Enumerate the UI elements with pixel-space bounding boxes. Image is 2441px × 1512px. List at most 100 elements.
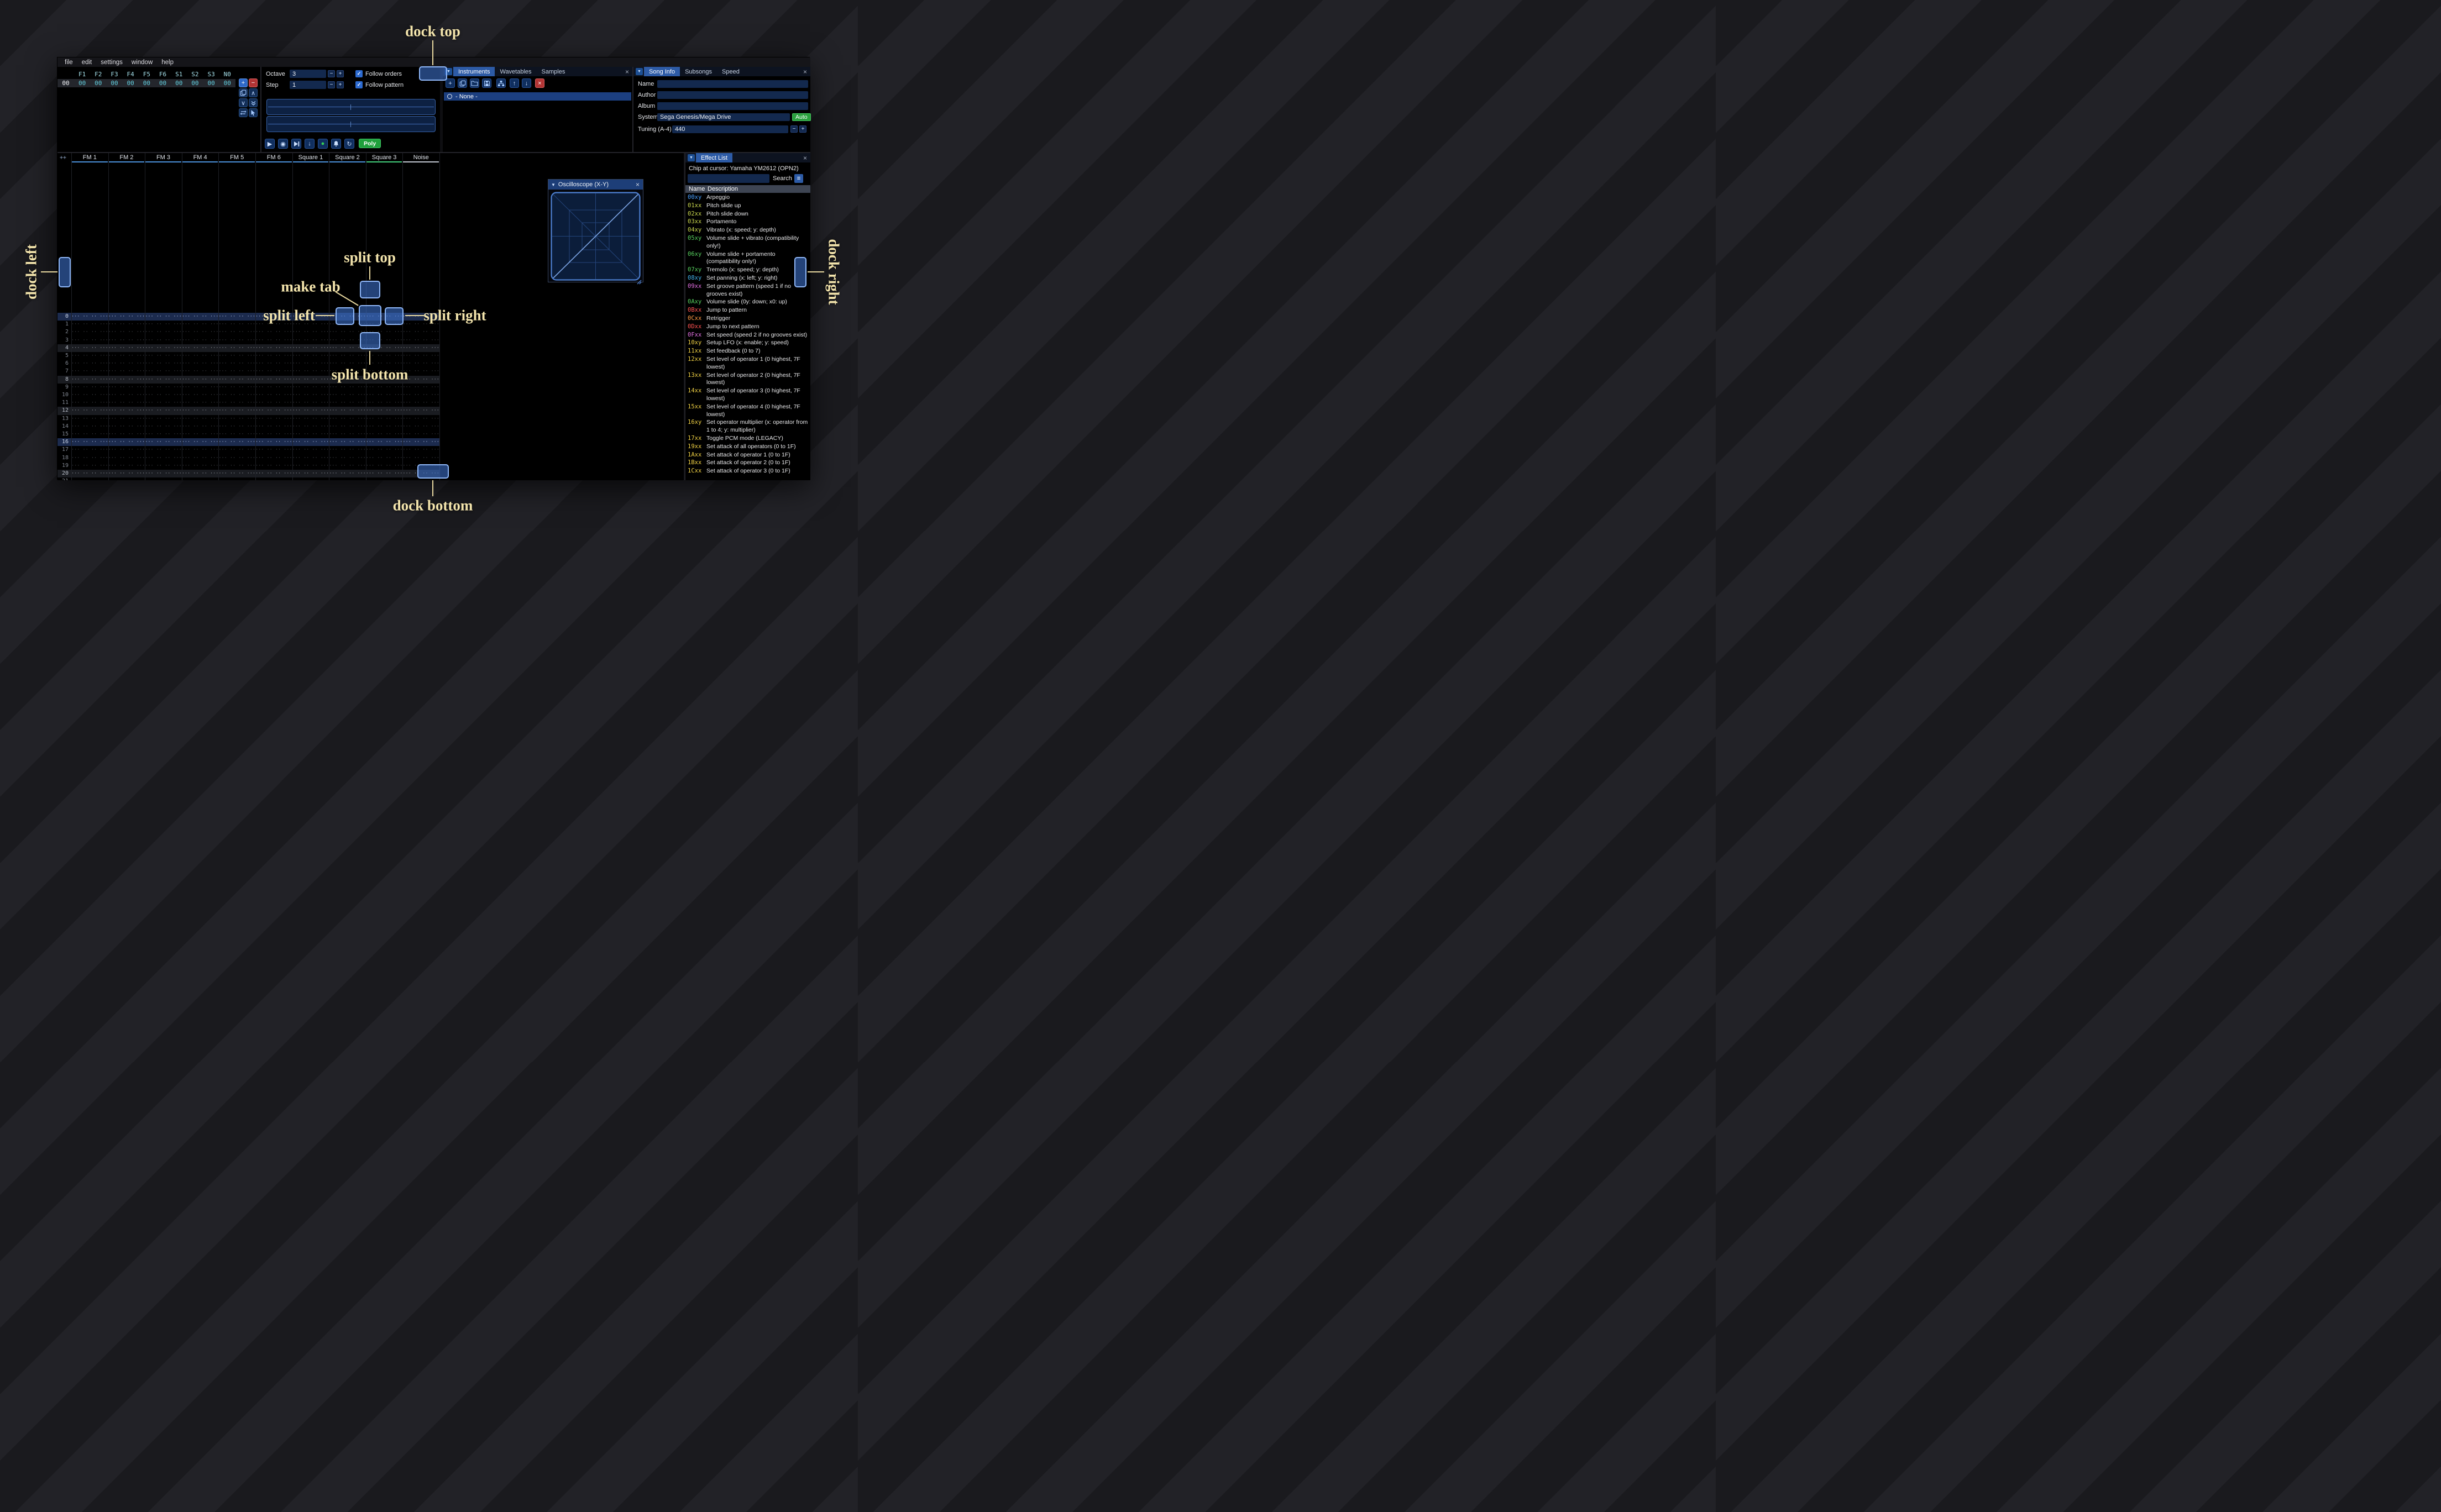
pattern-cell[interactable]: ··· ·· ·· ··· [255,454,292,462]
pattern-cell[interactable]: ··· ·· ·· ··· [366,399,403,407]
pattern-cell[interactable]: ··· ·· ·· ··· [402,384,439,391]
effect-row[interactable]: 0Dxx Jump to next pattern [685,323,810,332]
pattern-cell[interactable]: ··· ·· ·· ··· [329,384,366,391]
effect-row[interactable]: 04xy Vibrato (x: speed; y: depth) [685,227,810,235]
pattern-row[interactable]: 12 ··· ·· ·· ··· ··· ·· ·· ··· ··· ·· ·· ··… [57,407,439,415]
pattern-cell[interactable]: ··· ·· ·· ··· [292,454,329,462]
pattern-cell[interactable]: ··· ·· ·· ··· [71,360,108,368]
pattern-cell[interactable]: ··· ·· ·· ··· [108,477,145,480]
pattern-cell[interactable]: ··· ·· ·· ··· [108,423,145,431]
pattern-cell[interactable]: ··· ·· ·· ··· [145,337,182,344]
pattern-cell[interactable]: ··· ·· ·· ··· [71,407,108,414]
pattern-cell[interactable]: ··· ·· ·· ··· [402,415,439,423]
channel-header-fm-4[interactable]: FM 4 [182,154,219,161]
instrument-delete-button[interactable]: × [535,78,544,88]
order-change-mode-button[interactable] [239,108,248,117]
channel-header-square-3[interactable]: Square 3 [366,154,403,161]
pattern-cell[interactable]: ··· ·· ·· ··· [182,446,219,454]
pattern-cell[interactable]: ··· ·· ·· ··· [402,399,439,407]
pattern-cell[interactable]: ··· ·· ·· ··· [71,399,108,407]
pattern-cell[interactable]: ··· ·· ·· ··· [182,438,219,446]
pattern-cell[interactable]: ··· ·· ·· ··· [145,313,182,321]
pattern-cell[interactable]: ··· ·· ·· ··· [402,454,439,462]
pattern-cell[interactable]: ··· ·· ·· ··· [182,352,219,360]
pattern-cell[interactable]: ··· ·· ·· ··· [218,344,255,352]
pattern-cell[interactable]: ··· ·· ·· ··· [182,376,219,384]
pattern-cell[interactable]: ··· ·· ·· ··· [108,321,145,328]
pattern-cell[interactable]: ··· ·· ·· ··· [108,384,145,391]
step-decrease-button[interactable]: − [328,81,335,88]
system-auto-button[interactable]: Auto [792,113,811,121]
pattern-cell[interactable]: ··· ·· ·· ··· [292,462,329,470]
instrument-move-up-button[interactable]: ↑ [510,78,519,88]
pattern-cell[interactable]: ··· ·· ·· ··· [218,470,255,477]
pattern-cell[interactable]: ··· ·· ·· ··· [218,368,255,375]
pattern-row[interactable]: 11 ··· ·· ·· ··· ··· ·· ·· ··· ··· ·· ·· ··… [57,399,439,407]
pattern-cell[interactable]: ··· ·· ·· ··· [218,376,255,384]
pattern-cell[interactable]: ··· ·· ·· ··· [71,321,108,328]
pattern-cell[interactable]: ··· ·· ·· ··· [108,454,145,462]
pattern-cell[interactable]: ··· ·· ·· ··· [182,313,219,321]
instrument-open-button[interactable] [470,78,479,88]
order-row-index[interactable]: 00 [57,79,74,87]
make-tab-target[interactable] [359,305,381,326]
effect-row[interactable]: 13xx Set level of operator 2 (0 highest, … [685,372,810,388]
pattern-cell[interactable]: ··· ·· ·· ··· [329,431,366,438]
follow-orders-checkbox[interactable]: ✓ [355,70,363,77]
pattern-cell[interactable]: ··· ·· ·· ··· [108,391,145,399]
pattern-cell[interactable]: ··· ·· ·· ··· [329,415,366,423]
pattern-cell[interactable]: ··· ·· ·· ··· [402,446,439,454]
effect-row[interactable]: 05xy Volume slide + vibrato (compatibilit… [685,235,810,251]
effect-row[interactable]: 0Bxx Jump to pattern [685,307,810,315]
pattern-cell[interactable]: ··· ·· ·· ··· [255,384,292,391]
pattern-cell[interactable]: ··· ·· ·· ··· [218,407,255,414]
pattern-expand-button[interactable]: ++ [60,155,66,161]
pattern-cell[interactable]: ··· ·· ·· ··· [292,328,329,336]
song-name-input[interactable] [657,80,808,88]
pattern-cell[interactable]: ··· ·· ·· ··· [255,360,292,368]
step-row-button[interactable]: ↓ [305,139,315,149]
order-cell[interactable]: 00 [74,79,90,87]
pattern-row[interactable]: 19 ··· ·· ·· ··· ··· ·· ·· ··· ··· ·· ·· ··… [57,462,439,470]
pattern-cell[interactable]: ··· ·· ·· ··· [292,399,329,407]
pattern-cell[interactable]: ··· ·· ·· ··· [402,438,439,446]
pattern-cell[interactable]: ··· ·· ·· ··· [145,407,182,414]
dock-target-top[interactable] [419,66,447,81]
repeat-pattern-button[interactable]: ↻ [344,139,354,149]
pattern-cell[interactable]: ··· ·· ·· ··· [402,423,439,431]
pattern-cell[interactable]: ··· ·· ·· ··· [145,415,182,423]
pattern-cell[interactable]: ··· ·· ·· ··· [329,454,366,462]
order-cell[interactable]: 00 [139,79,155,87]
tab-effect-list[interactable]: Effect List [696,153,733,162]
pattern-row[interactable]: 20 ··· ·· ·· ··· ··· ·· ·· ··· ··· ·· ·· ··… [57,470,439,478]
pattern-row[interactable]: 9 ··· ·· ·· ··· ··· ·· ·· ··· ··· ·· ·· ···… [57,384,439,391]
pattern-cell[interactable]: ··· ·· ·· ··· [292,477,329,480]
pattern-cell[interactable]: ··· ·· ·· ··· [108,328,145,336]
pattern-cell[interactable]: ··· ·· ·· ··· [71,384,108,391]
pattern-cell[interactable]: ··· ·· ·· ··· [329,391,366,399]
pattern-cell[interactable]: ··· ·· ·· ··· [218,360,255,368]
pattern-cell[interactable]: ··· ·· ·· ··· [255,446,292,454]
pattern-cell[interactable]: ··· ·· ·· ··· [292,352,329,360]
pattern-cell[interactable]: ··· ·· ·· ··· [108,337,145,344]
pattern-cell[interactable]: ··· ·· ·· ··· [71,344,108,352]
pattern-row[interactable]: 3 ··· ·· ·· ··· ··· ·· ·· ··· ··· ·· ·· ···… [57,337,439,344]
pattern-cell[interactable]: ··· ·· ·· ··· [366,454,403,462]
pattern-cell[interactable]: ··· ·· ·· ··· [255,344,292,352]
pattern-row[interactable]: 13 ··· ·· ·· ··· ··· ·· ·· ··· ··· ·· ·· ··… [57,415,439,423]
hamburger-menu-icon[interactable]: ≡ [794,174,803,183]
effect-search-input[interactable] [688,174,769,183]
effect-row[interactable]: 0Cxx Retrigger [685,315,810,323]
order-cell[interactable]: 00 [203,79,219,87]
pattern-cell[interactable]: ··· ·· ·· ··· [182,415,219,423]
channel-header-fm-5[interactable]: FM 5 [218,154,255,161]
channel-header-fm-3[interactable]: FM 3 [145,154,182,161]
pattern-cell[interactable]: ··· ·· ·· ··· [145,352,182,360]
resize-grip-icon[interactable] [636,279,642,285]
pattern-cell[interactable]: ··· ·· ·· ··· [145,454,182,462]
pattern-cell[interactable]: ··· ·· ·· ··· [402,391,439,399]
order-cell[interactable]: 00 [155,79,171,87]
oscilloscope-xy-window[interactable]: ▼ Oscilloscope (X-Y) × [548,179,643,285]
pattern-cell[interactable]: ··· ·· ·· ··· [145,438,182,446]
pattern-cell[interactable]: ··· ·· ·· ··· [108,438,145,446]
